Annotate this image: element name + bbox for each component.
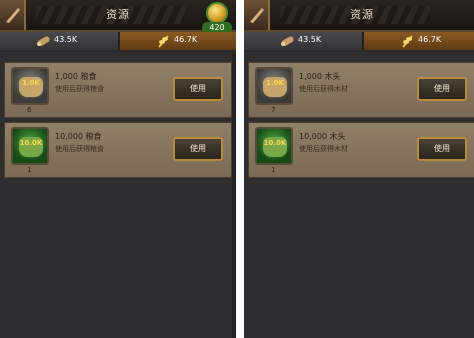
item-name: 10,000 木头	[299, 132, 346, 141]
page-title: 资源	[350, 8, 374, 21]
food-pack-icon: 1.0K	[11, 67, 49, 105]
item-quantity: 1	[271, 166, 276, 174]
tab-wood[interactable]: 43.5K	[244, 32, 362, 50]
screen-wood: 资源 43.5K 46.7K 1.0K 7 1,000 木头 使用后获得木材 使…	[244, 0, 474, 338]
item-quantity: 6	[27, 106, 32, 114]
use-button[interactable]: 使用	[417, 77, 467, 101]
gold-coin-icon	[206, 2, 228, 24]
wheat-icon	[158, 35, 169, 48]
tab-food[interactable]: 46.7K	[362, 32, 474, 50]
scrollbar-track[interactable]	[232, 52, 236, 338]
wood-count: 43.5K	[54, 35, 78, 44]
screen-food: 资源 420 43.5K 46.7K 1.0K 6 1,000 粮食 使用后获得…	[0, 0, 236, 338]
item-description: 使用后获得木材	[299, 145, 348, 153]
tab-food[interactable]: 46.7K	[118, 32, 236, 50]
header-bar: 资源	[244, 0, 474, 32]
page-title: 资源	[106, 8, 130, 21]
item-description: 使用后获得粮食	[55, 145, 104, 153]
gold-badge[interactable]: 420	[202, 0, 232, 33]
item-amount-label: 1.0K	[22, 79, 40, 87]
resource-tabs: 43.5K 46.7K	[0, 32, 236, 50]
use-button[interactable]: 使用	[173, 77, 223, 101]
item-description: 使用后获得木材	[299, 85, 348, 93]
use-button[interactable]: 使用	[173, 137, 223, 161]
wood-pack-icon: 1.0K	[255, 67, 293, 105]
wood-log-icon	[281, 36, 294, 46]
wood-log-icon	[37, 36, 50, 46]
item-name: 10,000 粮食	[55, 132, 102, 141]
list-item: 10.0K 1 10,000 木头 使用后获得木材 使用	[248, 122, 474, 178]
food-count: 46.7K	[174, 35, 198, 44]
list-item: 1.0K 6 1,000 粮食 使用后获得粮食 使用	[4, 62, 232, 118]
resource-tabs: 43.5K 46.7K	[244, 32, 474, 50]
item-quantity: 1	[27, 166, 32, 174]
use-button[interactable]: 使用	[417, 137, 467, 161]
header-bar: 资源 420	[0, 0, 236, 33]
list-item: 10.0K 1 10,000 粮食 使用后获得粮食 使用	[4, 122, 232, 178]
item-amount-label: 10.0K	[263, 139, 287, 147]
food-count: 46.7K	[418, 35, 442, 44]
item-amount-label: 1.0K	[266, 79, 284, 87]
food-pack-icon: 10.0K	[11, 127, 49, 165]
item-name: 1,000 粮食	[55, 72, 97, 81]
item-description: 使用后获得粮食	[55, 85, 104, 93]
item-quantity: 7	[271, 106, 276, 114]
tab-wood[interactable]: 43.5K	[0, 32, 118, 50]
item-name: 1,000 木头	[299, 72, 341, 81]
wheat-icon	[402, 35, 413, 48]
wood-pack-icon: 10.0K	[255, 127, 293, 165]
wood-count: 43.5K	[298, 35, 322, 44]
list-item: 1.0K 7 1,000 木头 使用后获得木材 使用	[248, 62, 474, 118]
item-amount-label: 10.0K	[19, 139, 43, 147]
